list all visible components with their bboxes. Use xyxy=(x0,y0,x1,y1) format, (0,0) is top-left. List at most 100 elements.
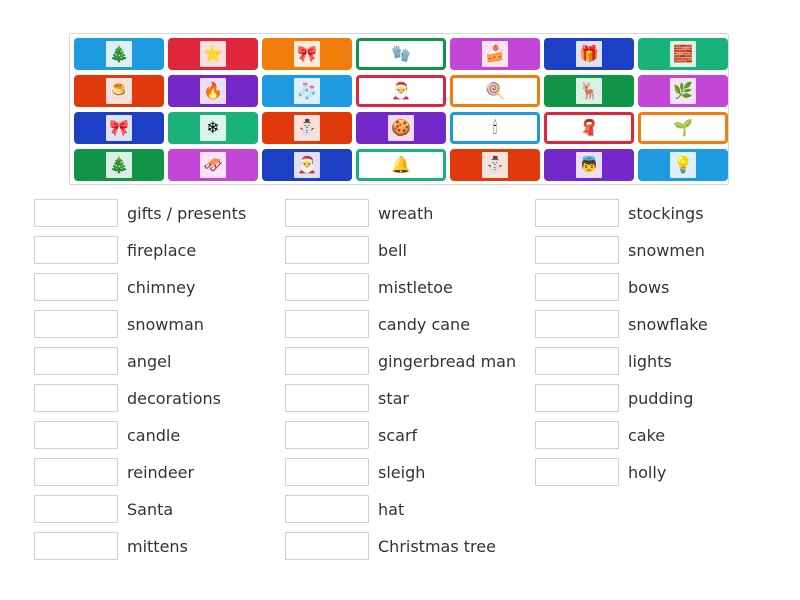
word-label: bows xyxy=(628,277,670,297)
drop-target[interactable] xyxy=(34,347,118,375)
image-tile[interactable]: 🔔 xyxy=(356,149,446,181)
image-tile[interactable]: ❄ xyxy=(168,112,258,144)
word-label: Christmas tree xyxy=(378,536,496,556)
image-tile[interactable]: 🎀 xyxy=(262,38,352,70)
word-label: mistletoe xyxy=(378,277,453,297)
image-tile[interactable]: 🧦 xyxy=(262,75,352,107)
word-label: sleigh xyxy=(378,462,426,482)
image-tile[interactable]: ⛄ xyxy=(262,112,352,144)
image-tile[interactable]: 🎁 xyxy=(544,38,634,70)
drop-target[interactable] xyxy=(34,458,118,486)
decorations-icon: 🎀 xyxy=(294,41,320,67)
word-label: lights xyxy=(628,351,672,371)
image-tile[interactable]: 🍮 xyxy=(74,75,164,107)
drop-target[interactable] xyxy=(285,495,369,523)
word-label: snowmen xyxy=(628,240,705,260)
drop-target[interactable] xyxy=(34,532,118,560)
mistletoe-icon: 🌱 xyxy=(673,118,693,137)
drop-target[interactable] xyxy=(34,199,118,227)
image-tile[interactable]: ⭐ xyxy=(168,38,258,70)
image-tile[interactable]: 🎅 xyxy=(262,149,352,181)
match-row: candy cane xyxy=(285,310,470,338)
snowman-icon: ⛄ xyxy=(482,152,508,178)
drop-target[interactable] xyxy=(285,384,369,412)
image-tile[interactable]: 🎄 xyxy=(74,149,164,181)
drop-target[interactable] xyxy=(34,310,118,338)
word-label: Santa xyxy=(127,499,174,519)
image-tile[interactable]: 🍭 xyxy=(450,75,540,107)
drop-target[interactable] xyxy=(285,273,369,301)
holly-icon: 🌿 xyxy=(670,78,696,104)
match-row: bows xyxy=(535,273,669,301)
match-row: stockings xyxy=(535,199,704,227)
match-row: holly xyxy=(535,458,666,486)
drop-target[interactable] xyxy=(34,384,118,412)
image-tile[interactable]: 🍪 xyxy=(356,112,446,144)
drop-target[interactable] xyxy=(285,236,369,264)
image-tile[interactable]: 🕯 xyxy=(450,112,540,144)
match-row: mittens xyxy=(34,532,188,560)
drop-target[interactable] xyxy=(535,236,619,264)
word-label: gifts / presents xyxy=(127,203,247,223)
snowflake-icon: ❄ xyxy=(200,115,226,141)
drop-target[interactable] xyxy=(535,421,619,449)
image-tile[interactable]: ⛄ xyxy=(450,149,540,181)
image-tile[interactable]: 🧱 xyxy=(638,38,728,70)
gingerbread-man-icon: 🍪 xyxy=(388,115,414,141)
word-label: chimney xyxy=(127,277,196,297)
drop-target[interactable] xyxy=(285,458,369,486)
match-row: bell xyxy=(285,236,407,264)
drop-target[interactable] xyxy=(535,347,619,375)
match-row: hat xyxy=(285,495,404,523)
scarf-icon: 🧣 xyxy=(579,118,599,137)
word-label: angel xyxy=(127,351,172,371)
drop-target[interactable] xyxy=(34,421,118,449)
word-label: stockings xyxy=(628,203,704,223)
candle-icon: 🕯 xyxy=(492,118,498,137)
drop-target[interactable] xyxy=(285,199,369,227)
drop-target[interactable] xyxy=(285,310,369,338)
drop-target[interactable] xyxy=(285,532,369,560)
drop-target[interactable] xyxy=(285,421,369,449)
match-row: angel xyxy=(34,347,171,375)
image-tile[interactable]: 🌱 xyxy=(638,112,728,144)
image-tile[interactable]: 🎀 xyxy=(74,112,164,144)
image-tile[interactable]: 🎄 xyxy=(74,38,164,70)
drop-target[interactable] xyxy=(535,384,619,412)
image-tile[interactable]: 🍰 xyxy=(450,38,540,70)
match-row: pudding xyxy=(535,384,693,412)
match-row: Santa xyxy=(34,495,173,523)
image-tile[interactable]: 💡 xyxy=(638,149,728,181)
drop-target[interactable] xyxy=(34,273,118,301)
word-label: hat xyxy=(378,499,405,519)
drop-target[interactable] xyxy=(34,236,118,264)
image-tile[interactable]: 👼 xyxy=(544,149,634,181)
drop-target[interactable] xyxy=(34,495,118,523)
image-tile[interactable]: 🧤 xyxy=(356,38,446,70)
match-row: chimney xyxy=(34,273,195,301)
word-label: snowman xyxy=(127,314,204,334)
word-label: pudding xyxy=(628,388,694,408)
word-label: bell xyxy=(378,240,407,260)
bows-icon: 🎀 xyxy=(106,115,132,141)
bell-icon: 🔔 xyxy=(391,155,411,174)
cake-icon: 🍰 xyxy=(482,41,508,67)
drop-target[interactable] xyxy=(535,310,619,338)
image-tile[interactable]: 🛷 xyxy=(168,149,258,181)
image-tile[interactable]: 🌿 xyxy=(638,75,728,107)
drop-target[interactable] xyxy=(535,199,619,227)
word-label: holly xyxy=(628,462,667,482)
angel-icon: 👼 xyxy=(576,152,602,178)
image-tile[interactable]: 🎅 xyxy=(356,75,446,107)
image-tile[interactable]: 🔥 xyxy=(168,75,258,107)
reindeer-icon: 🦌 xyxy=(576,78,602,104)
mittens-icon: 🧤 xyxy=(391,44,411,63)
match-row: snowflake xyxy=(535,310,708,338)
drop-target[interactable] xyxy=(535,273,619,301)
image-tile[interactable]: 🧣 xyxy=(544,112,634,144)
image-tile[interactable]: 🦌 xyxy=(544,75,634,107)
word-label: star xyxy=(378,388,409,408)
drop-target[interactable] xyxy=(535,458,619,486)
word-label: candle xyxy=(127,425,181,445)
drop-target[interactable] xyxy=(285,347,369,375)
